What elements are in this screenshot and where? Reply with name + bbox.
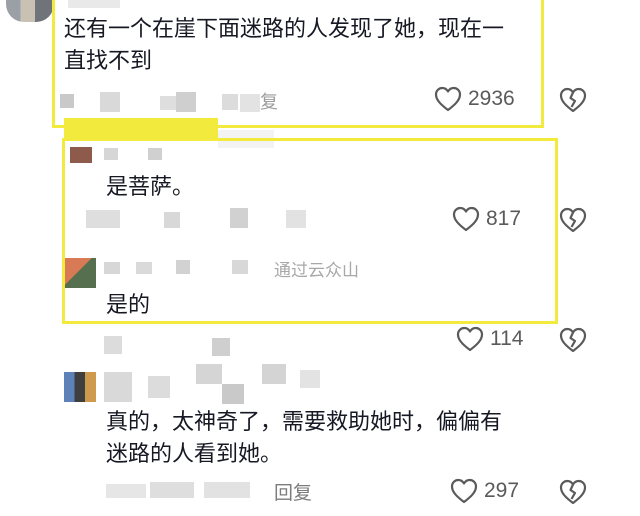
broken-heart-icon <box>558 86 588 114</box>
dislike-button[interactable] <box>558 478 588 506</box>
heart-outline-icon <box>450 478 478 504</box>
like-count: 297 <box>484 479 520 502</box>
dislike-button[interactable] <box>558 206 588 234</box>
dislike-button[interactable] <box>558 326 588 354</box>
broken-heart-icon <box>558 326 588 354</box>
avatar[interactable] <box>64 372 96 402</box>
highlight-bar <box>64 118 218 138</box>
broken-heart-icon <box>558 478 588 506</box>
broken-heart-icon <box>558 206 588 234</box>
comment-text-line: 迷路的人看到她。 <box>106 442 283 467</box>
avatar[interactable] <box>6 0 54 22</box>
heart-outline-icon <box>456 326 484 352</box>
comment-text: 真的，太神奇了，需要救助她时，偏偏有 迷路的人看到她。 <box>106 407 576 471</box>
like-button[interactable]: 114 <box>456 326 523 352</box>
like-button[interactable]: 297 <box>450 478 519 504</box>
dislike-button[interactable] <box>558 86 588 114</box>
highlight-box <box>52 0 544 128</box>
reply-button[interactable]: 回复 <box>274 478 312 505</box>
like-count: 114 <box>490 327 524 350</box>
highlight-box <box>62 138 558 324</box>
comment-text-line: 真的，太神奇了，需要救助她时，偏偏有 <box>106 410 503 435</box>
